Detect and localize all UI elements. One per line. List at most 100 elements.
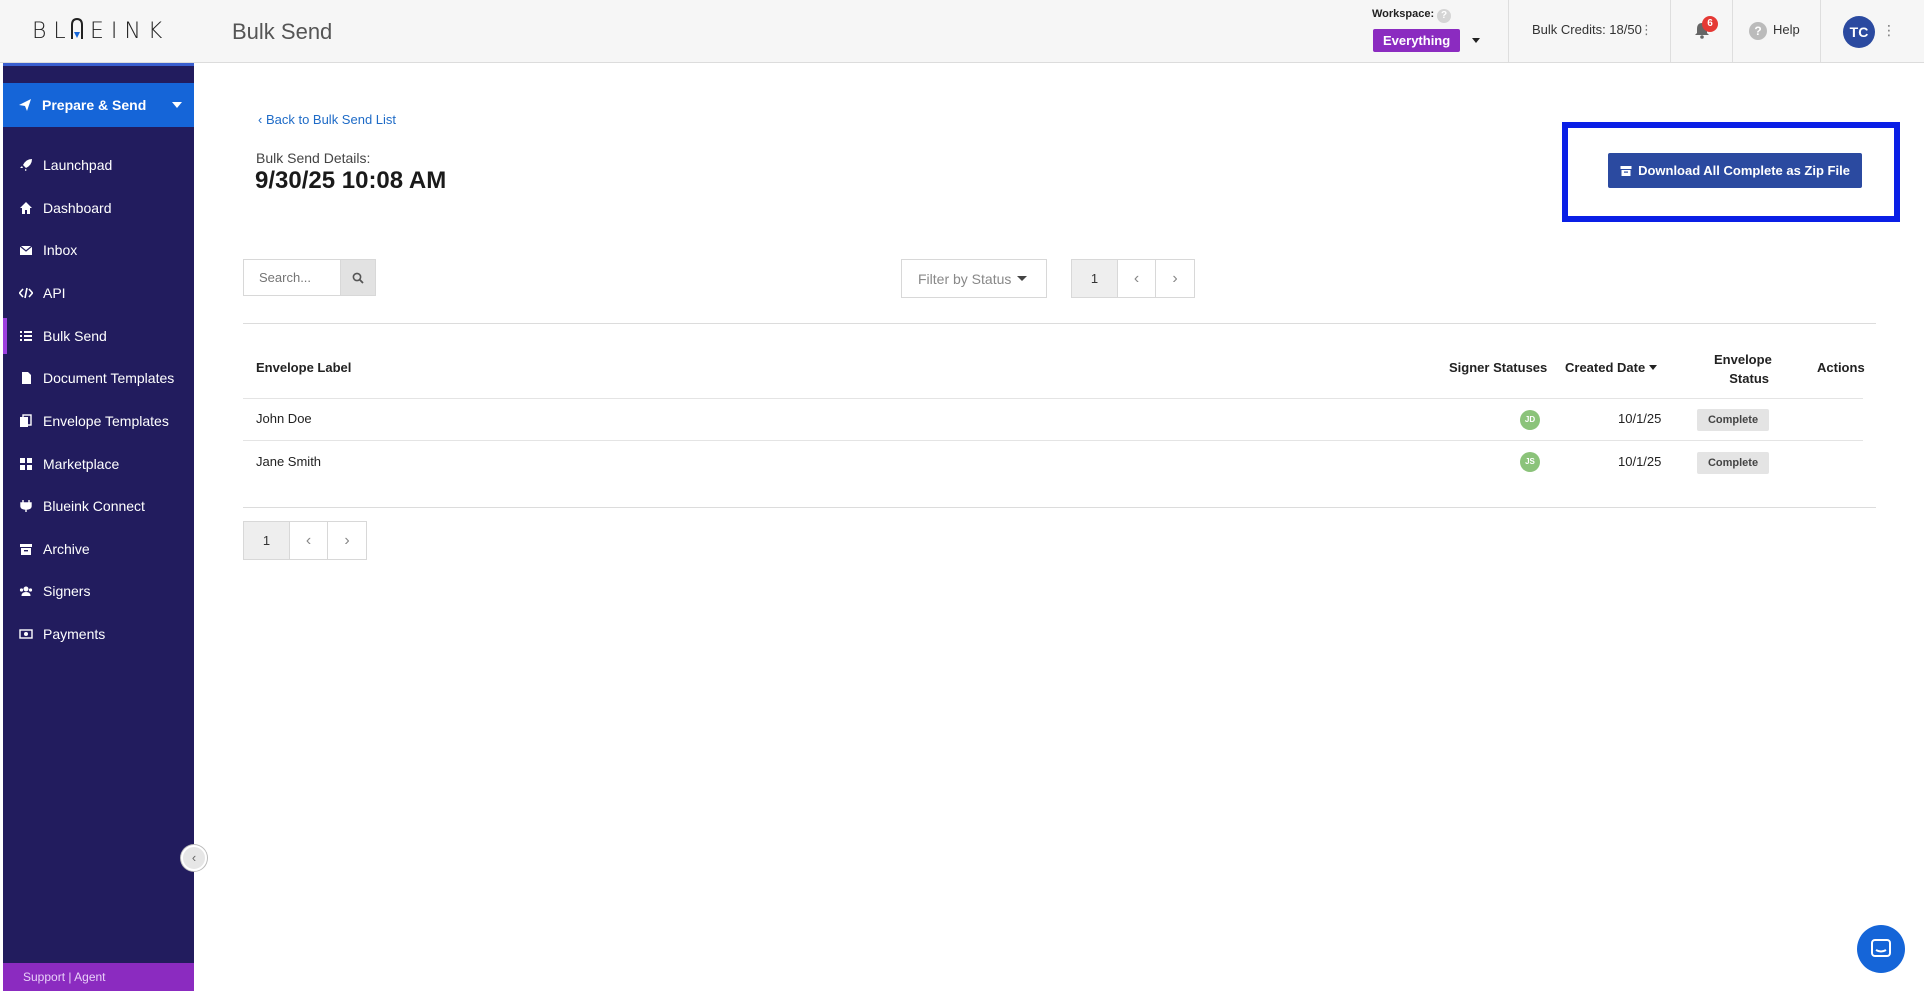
chevron-down-icon[interactable] (1470, 34, 1482, 46)
page-number[interactable]: 1 (1072, 260, 1118, 297)
paper-plane-icon (19, 99, 31, 111)
credits-menu-icon[interactable]: ⋮ (1640, 22, 1653, 38)
sidebar-item-envelope-templates[interactable]: Envelope Templates (3, 403, 194, 439)
sidebar-item-archive[interactable]: Archive (3, 531, 194, 567)
sidebar-item-blueink-connect[interactable]: Blueink Connect (3, 488, 194, 524)
divider (243, 440, 1863, 441)
row-created-date: 10/1/25 (1618, 454, 1662, 469)
sidebar-item-label: Payments (43, 626, 106, 642)
workspace-selector[interactable]: Everything (1373, 29, 1461, 52)
search-button[interactable] (340, 259, 376, 296)
signer-status-avatar[interactable]: JS (1520, 452, 1540, 472)
divider (243, 507, 1876, 508)
next-page-icon[interactable]: › (328, 522, 366, 559)
top-bar: BL EINK Bulk Send Workspace: ? Everythin… (0, 0, 1924, 63)
sidebar-item-document-templates[interactable]: Document Templates (3, 360, 194, 396)
page-number[interactable]: 1 (244, 522, 290, 559)
back-to-bulk-send-link[interactable]: ‹ Back to Bulk Send List (258, 112, 396, 127)
divider (243, 323, 1876, 324)
sidebar-item-label: Dashboard (43, 200, 112, 216)
col-signer-statuses: Signer Statuses (1449, 360, 1548, 375)
col-envelope-status: Envelope Status (1714, 350, 1772, 388)
details-date: 9/30/25 10:08 AM (255, 167, 447, 194)
help-icon[interactable]: ? (1749, 22, 1767, 40)
sidebar-item-label: Inbox (43, 242, 78, 258)
sidebar-item-payments[interactable]: Payments (3, 616, 194, 652)
row-label: Jane Smith (256, 454, 322, 469)
support-agent-link[interactable]: Support | Agent (3, 963, 194, 991)
sidebar-accent (3, 63, 194, 66)
sort-desc-icon (1649, 365, 1658, 370)
chat-widget-button[interactable] (1857, 925, 1905, 973)
prepare-send-button[interactable]: Prepare & Send (3, 83, 194, 127)
copy-icon (20, 414, 32, 427)
rocket-icon (20, 159, 32, 171)
prepare-send-label: Prepare & Send (42, 97, 147, 113)
divider (1732, 0, 1733, 62)
code-icon (19, 287, 33, 299)
svg-text:BL: BL (32, 19, 73, 44)
divider (1670, 0, 1671, 62)
blueink-logo[interactable]: BL EINK (32, 10, 172, 50)
chevron-down-icon[interactable] (172, 102, 182, 108)
plug-icon (20, 500, 32, 512)
help-link[interactable]: Help (1773, 22, 1800, 37)
list-icon (20, 331, 32, 341)
svg-text:EINK: EINK (90, 19, 169, 44)
home-icon (20, 202, 32, 214)
chevron-down-icon (1017, 276, 1028, 281)
sidebar-item-signers[interactable]: Signers (3, 573, 194, 609)
sidebar-item-api[interactable]: API (3, 275, 194, 311)
page-title: Bulk Send (232, 19, 333, 44)
sidebar-item-dashboard[interactable]: Dashboard (3, 190, 194, 226)
prev-page-icon[interactable]: ‹ (290, 522, 328, 559)
download-zip-label: Download All Complete as Zip File (1638, 163, 1850, 178)
sidebar-item-label: Bulk Send (43, 328, 107, 344)
users-icon (19, 586, 33, 596)
file-icon (22, 372, 31, 384)
archive-icon (20, 544, 32, 555)
filter-by-status-dropdown[interactable]: Filter by Status (901, 259, 1047, 298)
sidebar-item-launchpad[interactable]: Launchpad (3, 147, 194, 183)
sidebar-item-label: Envelope Templates (43, 413, 169, 429)
sidebar-item-label: Launchpad (43, 157, 113, 173)
notification-badge: 6 (1702, 16, 1718, 32)
status-badge: Complete (1697, 409, 1769, 431)
row-created-date: 10/1/25 (1618, 411, 1662, 426)
col-envelope-status-line2: Status (1729, 371, 1769, 386)
archive-icon (1620, 165, 1632, 176)
collapse-sidebar-button[interactable]: ‹ (181, 845, 207, 871)
sidebar-item-label: API (43, 285, 66, 301)
sidebar-item-label: Archive (43, 541, 90, 557)
workspace-label: Workspace: (1372, 8, 1435, 20)
details-label: Bulk Send Details: (256, 150, 371, 166)
workspace-help-icon[interactable]: ? (1437, 9, 1451, 23)
divider (1820, 0, 1821, 62)
col-created-date[interactable]: Created Date (1565, 360, 1658, 375)
signer-status-avatar[interactable]: JD (1520, 410, 1540, 430)
sidebar-item-marketplace[interactable]: Marketplace (3, 446, 194, 482)
pagination-bottom: 1 ‹ › (243, 521, 367, 560)
col-envelope-status-line1: Envelope (1714, 352, 1772, 367)
logo-wordmark: BL EINK (32, 17, 169, 44)
prev-page-icon[interactable]: ‹ (1118, 260, 1156, 297)
divider (1508, 0, 1509, 62)
divider (243, 398, 1863, 399)
grid-icon (20, 458, 32, 470)
filter-label: Filter by Status (918, 270, 1012, 287)
chat-icon (1871, 939, 1891, 957)
next-page-icon[interactable]: › (1156, 260, 1194, 297)
envelope-icon (19, 245, 33, 255)
sidebar-item-label: Signers (43, 583, 91, 599)
avatar[interactable]: TC (1843, 16, 1875, 48)
sidebar-item-label: Blueink Connect (43, 498, 145, 514)
search-icon (352, 272, 364, 284)
download-zip-button[interactable]: Download All Complete as Zip File (1608, 153, 1862, 188)
search-input[interactable] (243, 259, 341, 296)
sidebar-item-label: Document Templates (43, 370, 175, 386)
col-created-date-label: Created Date (1565, 360, 1646, 375)
user-menu-icon[interactable]: ⋮ (1882, 22, 1896, 39)
col-actions: Actions (1817, 360, 1865, 375)
sidebar-item-inbox[interactable]: Inbox (3, 232, 194, 268)
sidebar-item-bulk-send[interactable]: Bulk Send (3, 318, 194, 354)
